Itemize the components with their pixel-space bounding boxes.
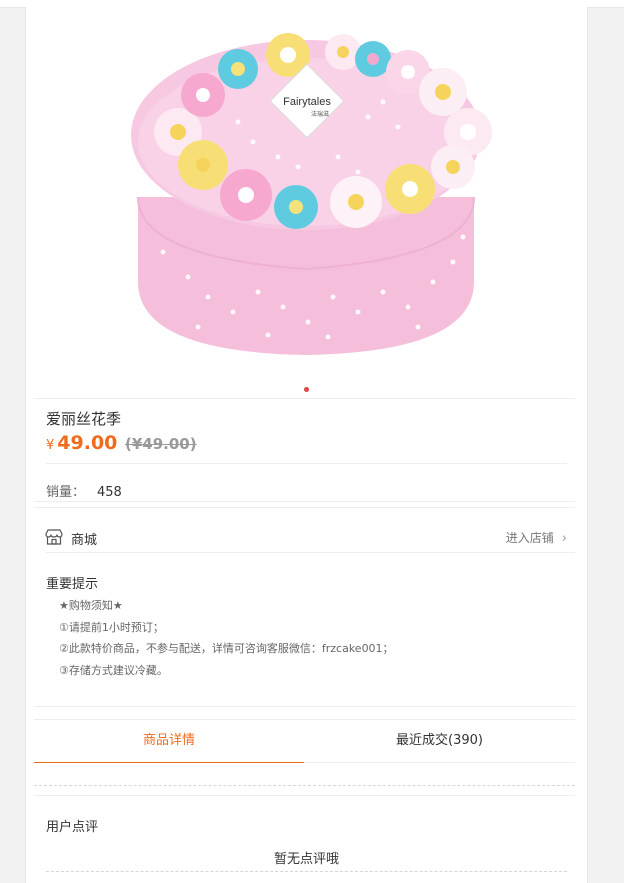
notice-body: ★购物须知★ ①请提前1小时预订； ②此款特价商品，不参与配送，详情可咨询客服微… bbox=[59, 595, 394, 681]
product-page: Fairytales 法瑞滋 爱丽丝花季 ¥49.00 (¥49.00) 销量：… bbox=[25, 7, 588, 883]
dashed-divider bbox=[34, 785, 575, 786]
brand-logo-cn: 法瑞滋 bbox=[311, 110, 329, 118]
sales-row: 销量： 458 bbox=[46, 481, 122, 500]
divider bbox=[34, 507, 575, 508]
notice-line: ★购物须知★ bbox=[59, 599, 123, 612]
sales-label: 销量： bbox=[46, 485, 86, 500]
chevron-right-icon: › bbox=[561, 531, 567, 546]
notice-line: ①请提前1小时预订； bbox=[59, 620, 164, 634]
notice-line: ③存储方式建议冷藏。 bbox=[59, 663, 168, 677]
enter-shop-link[interactable]: 进入店铺 › bbox=[506, 529, 567, 546]
enter-shop-label: 进入店铺 bbox=[505, 531, 554, 545]
reviews-title: 用户点评 bbox=[46, 820, 99, 835]
original-price: (¥49.00) bbox=[124, 435, 197, 453]
cake-illustration: Fairytales 法瑞滋 bbox=[131, 33, 492, 355]
dashed-divider bbox=[46, 871, 567, 872]
tab-product-details[interactable]: 商品详情 bbox=[34, 720, 304, 763]
sales-value: 458 bbox=[97, 485, 122, 500]
divider bbox=[34, 501, 575, 502]
tab-recent-deals[interactable]: 最近成交(390) bbox=[304, 720, 575, 762]
current-price: 49.00 bbox=[57, 432, 118, 454]
notice-title: 重要提示 bbox=[46, 577, 99, 592]
divider bbox=[34, 795, 575, 796]
brand-logo-text: Fairytales bbox=[283, 96, 331, 108]
currency-symbol: ¥ bbox=[46, 438, 55, 453]
detail-tabs: 商品详情 最近成交(390) bbox=[34, 719, 575, 763]
product-image[interactable]: Fairytales 法瑞滋 bbox=[38, 7, 574, 397]
divider bbox=[34, 706, 575, 707]
store-icon bbox=[45, 529, 63, 545]
divider bbox=[46, 463, 567, 464]
divider bbox=[34, 398, 575, 399]
price-block: ¥49.00 (¥49.00) bbox=[46, 432, 197, 454]
product-title: 爱丽丝花季 bbox=[46, 410, 122, 428]
shop-name: 商城 bbox=[71, 533, 98, 548]
divider bbox=[46, 552, 575, 553]
notice-line: ②此款特价商品，不参与配送，详情可咨询客服微信：frzcake001； bbox=[59, 642, 394, 655]
no-reviews-text: 暂无点评哦 bbox=[273, 852, 339, 867]
carousel-dot-active[interactable] bbox=[304, 387, 309, 392]
